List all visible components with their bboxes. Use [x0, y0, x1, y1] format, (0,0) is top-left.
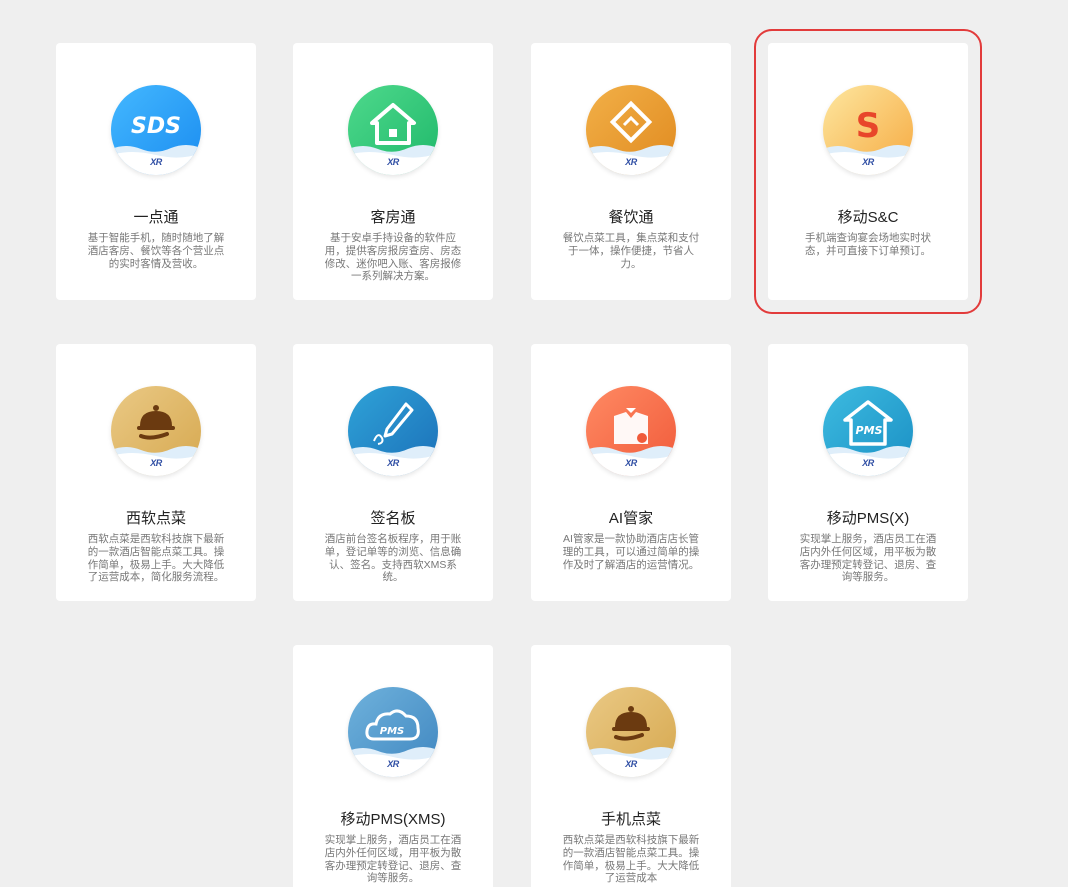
- app-title: AI管家: [608, 510, 654, 527]
- app-description: 实现掌上服务，酒店员工在酒店内外任何区域，用平板为散客办理预定转登记、退房、查询…: [799, 533, 937, 584]
- pms-house-icon: PMS XR: [823, 386, 913, 476]
- diamond-icon: XR: [586, 85, 676, 175]
- app-title: 移动PMS(XMS): [340, 811, 446, 828]
- xr-badge: XR: [862, 458, 874, 468]
- app-title: 客房通: [370, 209, 416, 226]
- xr-badge: XR: [862, 157, 874, 167]
- xr-badge: XR: [625, 458, 637, 468]
- app-card[interactable]: SDS XR 一点通基于智能手机，随时随地了解酒店客房、餐饮等各个营业点的实时客情…: [56, 43, 256, 300]
- app-card[interactable]: S XR 移动S&C 手机端查询宴会场地实时状态，并可直接下订单预订。: [754, 29, 982, 314]
- pen-icon: XR: [348, 386, 438, 476]
- xr-badge: XR: [625, 759, 637, 769]
- app-card[interactable]: XR 餐饮通餐饮点菜工具，集点菜和支付于一体，操作便捷，节省人力。: [531, 43, 731, 300]
- app-title: 一点通: [133, 209, 179, 226]
- app-card[interactable]: PMS XR 移动PMS(XMS) 实现掌上服务，酒店员工在酒店内外任何区域，用平板…: [293, 645, 493, 887]
- xr-badge: XR: [150, 458, 162, 468]
- app-card[interactable]: XR AI管家 AI管家是一款协助酒店店长管理的工具，可以通过简单的操作及时了解酒店…: [531, 344, 731, 601]
- app-title: 餐饮通: [608, 209, 654, 226]
- xr-badge: XR: [387, 759, 399, 769]
- app-description: 西软点菜是西软科技旗下最新的一款酒店智能点菜工具。操作简单，极易上手。大大降低了…: [87, 533, 225, 584]
- app-card[interactable]: PMS XR 移动PMS(X) 实现掌上服务，酒店员工在酒店内外任何区域，用平板为散…: [768, 344, 968, 601]
- app-title: 手机点菜: [600, 811, 661, 828]
- xr-badge: XR: [150, 157, 162, 167]
- app-description: 西软点菜是西软科技旗下最新的一款酒店智能点菜工具。操作简单，极易上手。大大降低了…: [562, 834, 700, 885]
- xr-badge: XR: [387, 157, 399, 167]
- app-description: 基于安卓手持设备的软件应用，提供客房报房查房、房态修改、迷你吧入账、客房报修一系…: [324, 232, 462, 283]
- app-title: 移动S&C: [837, 209, 899, 226]
- app-title: 移动PMS(X): [826, 510, 910, 527]
- cloche-icon: XR: [586, 687, 676, 777]
- app-title: 西软点菜: [125, 510, 186, 527]
- app-description: 餐饮点菜工具，集点菜和支付于一体，操作便捷，节省人力。: [562, 232, 700, 270]
- app-description: 实现掌上服务，酒店员工在酒店内外任何区域，用平板为散客办理预定转登记、退房、查询…: [324, 834, 462, 885]
- app-description: AI管家是一款协助酒店店长管理的工具，可以通过简单的操作及时了解酒店的运营情况。: [562, 533, 700, 571]
- app-title: 签名板: [370, 510, 416, 527]
- app-description: 手机端查询宴会场地实时状态，并可直接下订单预订。: [805, 232, 931, 257]
- cloche-icon: XR: [111, 386, 201, 476]
- app-card[interactable]: XR 签名板酒店前台签名板程序，用于账单，登记单等的浏览、信息确认、签名。支持西软…: [293, 344, 493, 601]
- butler-icon: XR: [586, 386, 676, 476]
- xr-badge: XR: [625, 157, 637, 167]
- app-card[interactable]: XR 手机点菜西软点菜是西软科技旗下最新的一款酒店智能点菜工具。操作简单，极易上手…: [531, 645, 731, 887]
- s-letter-icon: S XR: [823, 85, 913, 175]
- svg-text:PMS: PMS: [380, 726, 404, 737]
- sds-logo-icon: SDS XR: [111, 85, 201, 175]
- pms-cloud-icon: PMS XR: [348, 687, 438, 777]
- house-icon: XR: [348, 85, 438, 175]
- svg-text:PMS: PMS: [856, 424, 883, 437]
- app-grid: SDS XR 一点通基于智能手机，随时随地了解酒店客房、餐饮等各个营业点的实时客情…: [0, 0, 1068, 887]
- svg-text:S: S: [856, 106, 881, 146]
- xr-badge: XR: [387, 458, 399, 468]
- svg-text:SDS: SDS: [131, 114, 181, 139]
- app-card[interactable]: XR 客房通基于安卓手持设备的软件应用，提供客房报房查房、房态修改、迷你吧入账、客…: [293, 43, 493, 300]
- app-description: 基于智能手机，随时随地了解酒店客房、餐饮等各个营业点的实时客情及营收。: [87, 232, 225, 270]
- app-description: 酒店前台签名板程序，用于账单，登记单等的浏览、信息确认、签名。支持西软XMS系统…: [324, 533, 462, 584]
- app-card[interactable]: XR 西软点菜西软点菜是西软科技旗下最新的一款酒店智能点菜工具。操作简单，极易上手…: [56, 344, 256, 601]
